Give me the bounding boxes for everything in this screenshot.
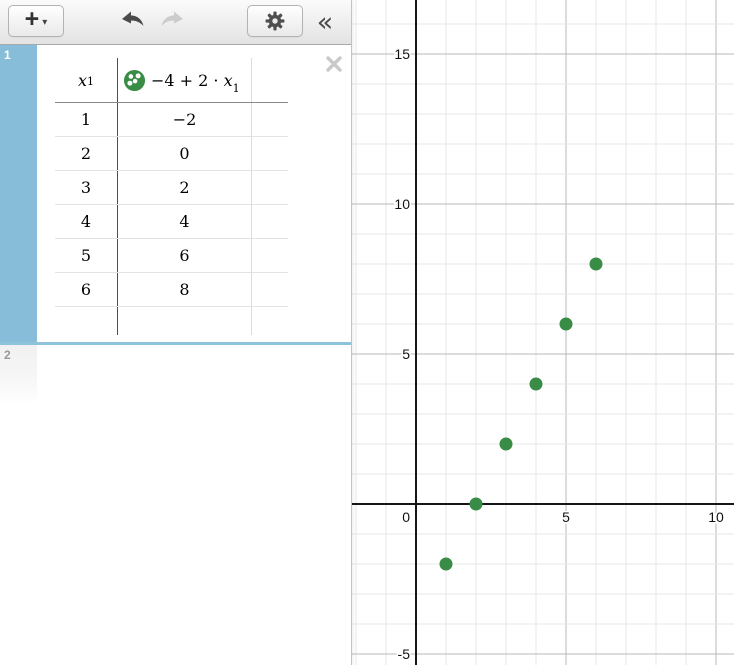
cell-y[interactable]: 6 [179, 246, 189, 265]
cell-y[interactable]: 4 [179, 212, 189, 231]
scatter-point[interactable] [559, 317, 572, 330]
scatter-point[interactable] [529, 377, 542, 390]
graph-settings-button[interactable] [247, 5, 303, 37]
table-row: 3 2 [55, 171, 288, 205]
column-formula[interactable]: −4 + 2 · x1 [151, 71, 240, 90]
cell-x[interactable]: 3 [81, 178, 91, 197]
plus-icon: + [25, 7, 40, 32]
expression-item-2: 2 [0, 345, 351, 665]
table-header-row: x1 −4 + 2 · x1 [55, 58, 288, 103]
table-row: 5 6 [55, 239, 288, 273]
chevron-down-icon: ▾ [42, 17, 47, 28]
table-row: 6 8 [55, 273, 288, 307]
axis-tick-label: 10 [394, 196, 410, 212]
scatter-point[interactable] [439, 557, 452, 570]
table-row: 1 −2 [55, 103, 288, 137]
axis-tick-label: -5 [398, 646, 411, 662]
undo-icon[interactable] [120, 10, 146, 28]
table-row: 4 4 [55, 205, 288, 239]
cell-y[interactable]: −2 [173, 110, 197, 129]
desmos-app: 051015105-5 + ▾ [0, 0, 734, 665]
graph-canvas[interactable]: 0 5 10 15 10 5 -5 [352, 0, 734, 665]
scatter-point[interactable] [589, 257, 602, 270]
history-controls [120, 10, 185, 28]
table-header-y[interactable]: −4 + 2 · x1 [118, 58, 252, 102]
axis-tick-label: 15 [394, 46, 410, 62]
expression-toolbar: + ▾ [0, 0, 351, 45]
redo-icon[interactable] [159, 10, 185, 28]
cell-x[interactable]: 4 [81, 212, 91, 231]
cell-y[interactable]: 8 [179, 280, 189, 299]
table-header-x[interactable]: x1 [55, 58, 118, 102]
cell-x[interactable]: 1 [81, 110, 91, 129]
axis-tick-label: 0 [402, 509, 410, 525]
table-header-spare [252, 58, 288, 102]
gear-icon [264, 10, 286, 32]
scatter-style-icon[interactable] [123, 69, 146, 92]
scatter-plot: 0 5 10 15 10 5 -5 [352, 0, 734, 665]
cell-y-empty[interactable] [118, 307, 252, 335]
scatter-point[interactable] [469, 497, 482, 510]
expression-gutter-2[interactable]: 2 [0, 345, 37, 665]
cell-x[interactable]: 2 [81, 144, 91, 163]
expression-number: 2 [4, 348, 11, 362]
expression-panel: + ▾ [0, 0, 352, 665]
axis-tick-label: 5 [402, 346, 410, 362]
double-chevron-left-icon: « [317, 7, 334, 38]
scatter-point[interactable] [499, 437, 512, 450]
cell-x[interactable]: 6 [81, 280, 91, 299]
cell-x[interactable]: 5 [81, 246, 91, 265]
cell-y[interactable]: 2 [179, 178, 189, 197]
axis-tick-label: 5 [562, 509, 570, 525]
cell-x-empty[interactable] [55, 307, 118, 335]
axis-tick-label: 10 [708, 509, 724, 525]
expression-gutter-1[interactable]: 1 [0, 45, 37, 342]
cell-y[interactable]: 0 [179, 144, 189, 163]
add-expression-button[interactable]: + ▾ [8, 5, 64, 37]
expression-content-1: x1 −4 + 2 · x1 [37, 45, 351, 342]
close-icon[interactable] [325, 55, 343, 73]
expression-item-1: 1 x1 [0, 45, 351, 345]
empty-expression-input[interactable] [37, 345, 351, 665]
table-empty-row [55, 307, 288, 335]
expression-number: 1 [4, 48, 11, 62]
value-table: x1 −4 + 2 · x1 [55, 58, 288, 335]
table-row: 2 0 [55, 137, 288, 171]
collapse-panel-button[interactable]: « [311, 2, 339, 42]
